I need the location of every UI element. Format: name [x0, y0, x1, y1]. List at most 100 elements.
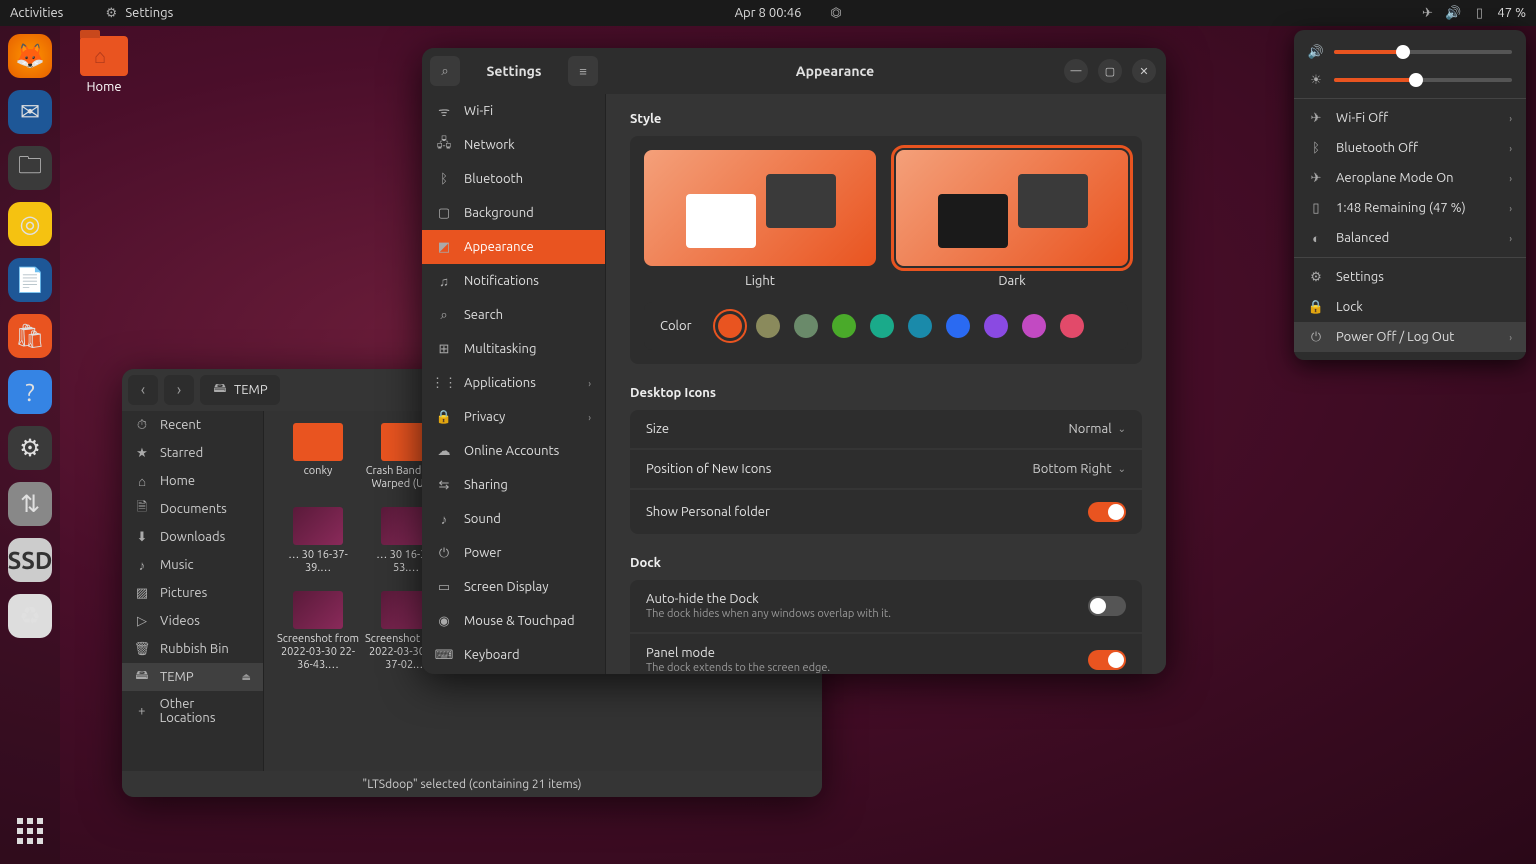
- size-row[interactable]: Size Normal ⌄: [630, 410, 1142, 448]
- breadcrumb[interactable]: 🖴 TEMP: [200, 375, 280, 405]
- category-label: Online Accounts: [464, 444, 559, 458]
- category-label: Background: [464, 206, 534, 220]
- color-swatch[interactable]: [946, 314, 970, 338]
- file-item[interactable]: Screenshot from 2022-03-30 22-36-43.…: [276, 591, 360, 671]
- sidebar-item-starred[interactable]: ★Starred: [122, 439, 263, 467]
- documents-icon: 🗎: [134, 501, 150, 517]
- position-row[interactable]: Position of New Icons Bottom Right ⌄: [630, 450, 1142, 488]
- panelmode-toggle[interactable]: [1088, 650, 1126, 670]
- color-swatch[interactable]: [870, 314, 894, 338]
- dock-files-icon[interactable]: 🗀: [8, 146, 52, 190]
- color-swatch[interactable]: [756, 314, 780, 338]
- sidebar-item-music[interactable]: ♪Music: [122, 551, 263, 579]
- category-keyboard[interactable]: ⌨Keyboard: [422, 638, 605, 672]
- system-tray[interactable]: ✈ 🔊 ▯ 47 %: [1419, 5, 1526, 21]
- category-notifications[interactable]: ♫Notifications: [422, 264, 605, 298]
- menu-power[interactable]: ⏻Power Off / Log Out›: [1294, 322, 1526, 352]
- sidebar-item-downloads[interactable]: ⬇Downloads: [122, 523, 263, 551]
- sidebar-item-documents[interactable]: 🗎Documents: [122, 495, 263, 523]
- autohide-toggle[interactable]: [1088, 596, 1126, 616]
- sidebar-item-videos[interactable]: ▷Videos: [122, 607, 263, 635]
- eject-icon[interactable]: ⏏: [242, 671, 251, 683]
- category-appearance[interactable]: ◩Appearance: [422, 230, 605, 264]
- menu-lock[interactable]: 🔒Lock: [1294, 292, 1526, 322]
- dock-rhythmbox-icon[interactable]: ◎: [8, 202, 52, 246]
- screen-display-icon: ▭: [436, 579, 452, 595]
- back-button[interactable]: ‹: [128, 375, 158, 405]
- dock-software-icon[interactable]: 🛍: [8, 314, 52, 358]
- color-swatch[interactable]: [984, 314, 1008, 338]
- hamburger-button[interactable]: ≡: [568, 56, 598, 86]
- dock-help-icon[interactable]: ?: [8, 370, 52, 414]
- dock-usb-icon[interactable]: ⇅: [8, 482, 52, 526]
- category-multitasking[interactable]: ⊞Multitasking: [422, 332, 605, 366]
- sidebar-item-pictures[interactable]: ▨Pictures: [122, 579, 263, 607]
- category-search[interactable]: ⌕Search: [422, 298, 605, 332]
- category-mouse-touchpad[interactable]: ◉Mouse & Touchpad: [422, 604, 605, 638]
- sidebar-item-temp[interactable]: 🖴TEMP⏏: [122, 663, 263, 691]
- chevron-right-icon: ›: [1509, 113, 1512, 124]
- color-swatch[interactable]: [1060, 314, 1084, 338]
- brightness-icon: ☀: [1308, 72, 1324, 88]
- chevron-right-icon: ›: [588, 412, 591, 423]
- menu-settings[interactable]: ⚙Settings: [1294, 262, 1526, 292]
- dock-thunderbird-icon[interactable]: ✉: [8, 90, 52, 134]
- gear-icon: ⚙: [1308, 269, 1324, 285]
- sidebar-item-rubbish-bin[interactable]: 🗑Rubbish Bin: [122, 635, 263, 663]
- style-dark-option[interactable]: Dark: [896, 150, 1128, 288]
- style-light-option[interactable]: Light: [644, 150, 876, 288]
- file-item[interactable]: conky: [276, 423, 360, 503]
- category-privacy[interactable]: 🔒Privacy›: [422, 400, 605, 434]
- sidebar-item-recent[interactable]: ⏱Recent: [122, 411, 263, 439]
- category-label: Search: [464, 308, 503, 322]
- videos-icon: ▷: [134, 613, 150, 629]
- menu-item[interactable]: ◐Balanced›: [1294, 223, 1526, 253]
- sidebar-item-home[interactable]: ⌂Home: [122, 467, 263, 495]
- chevron-down-icon: ⌄: [1118, 423, 1126, 435]
- menu-item[interactable]: ᛒBluetooth Off›: [1294, 133, 1526, 163]
- desktop-home-folder[interactable]: Home: [80, 36, 128, 94]
- personal-folder-label: Show Personal folder: [646, 505, 1088, 519]
- menu-item[interactable]: ▯1:48 Remaining (47 %)›: [1294, 193, 1526, 223]
- dock-settings-icon[interactable]: ⚙: [8, 426, 52, 470]
- category-wi-fi[interactable]: ᯤWi-Fi: [422, 94, 605, 128]
- dock-drive-icon[interactable]: SSD: [8, 538, 52, 582]
- app-indicator[interactable]: ⚙ Settings: [103, 5, 173, 21]
- category-screen-display[interactable]: ▭Screen Display: [422, 570, 605, 604]
- category-online-accounts[interactable]: ☁Online Accounts: [422, 434, 605, 468]
- menu-icon: ≡: [575, 63, 591, 79]
- close-button[interactable]: ✕: [1132, 59, 1156, 83]
- minimize-button[interactable]: —: [1064, 59, 1088, 83]
- color-swatch[interactable]: [1022, 314, 1046, 338]
- category-sound[interactable]: ♪Sound: [422, 502, 605, 536]
- search-button[interactable]: ⌕: [430, 56, 460, 86]
- category-sharing[interactable]: ⇆Sharing: [422, 468, 605, 502]
- dock-libreoffice-icon[interactable]: 📄: [8, 258, 52, 302]
- color-swatch[interactable]: [832, 314, 856, 338]
- sidebar-item-other-locations[interactable]: +Other Locations: [122, 691, 263, 731]
- category-power[interactable]: ⏻Power: [422, 536, 605, 570]
- color-swatch[interactable]: [908, 314, 932, 338]
- maximize-button[interactable]: ▢: [1098, 59, 1122, 83]
- notification-icon[interactable]: ⏣: [828, 5, 844, 21]
- category-bluetooth[interactable]: ᛒBluetooth: [422, 162, 605, 196]
- show-applications-button[interactable]: [17, 818, 43, 844]
- keyboard-icon: ⌨: [436, 647, 452, 663]
- top-panel: Activities ⚙ Settings Apr 8 00:46 ⏣ ✈ 🔊 …: [0, 0, 1536, 26]
- color-swatch[interactable]: [718, 314, 742, 338]
- file-item[interactable]: … 30 16-37-39.…: [276, 507, 360, 587]
- clock[interactable]: Apr 8 00:46: [735, 6, 802, 20]
- category-background[interactable]: ▢Background: [422, 196, 605, 230]
- menu-item[interactable]: ✈Wi-Fi Off›: [1294, 103, 1526, 133]
- volume-slider[interactable]: [1334, 50, 1512, 54]
- personal-folder-toggle[interactable]: [1088, 502, 1126, 522]
- color-swatch[interactable]: [794, 314, 818, 338]
- category-network[interactable]: 🖧Network: [422, 128, 605, 162]
- menu-item[interactable]: ✈Aeroplane Mode On›: [1294, 163, 1526, 193]
- brightness-slider[interactable]: [1334, 78, 1512, 82]
- forward-button[interactable]: ›: [164, 375, 194, 405]
- activities-button[interactable]: Activities: [10, 6, 63, 20]
- category-applications[interactable]: ⋮⋮Applications›: [422, 366, 605, 400]
- dock-trash-icon[interactable]: ♻: [8, 594, 52, 638]
- dock-firefox-icon[interactable]: 🦊: [8, 34, 52, 78]
